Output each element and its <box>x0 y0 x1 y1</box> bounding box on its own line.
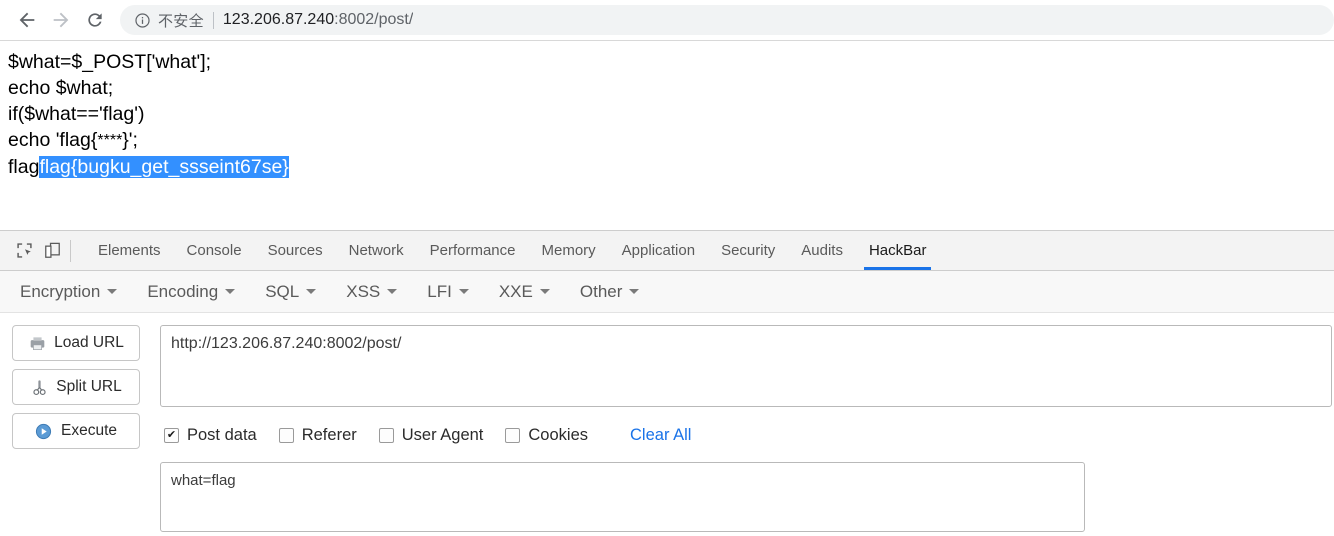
page-content: $what=$_POST['what']; echo $what; if($wh… <box>0 41 1334 223</box>
hackbar-body: Load URL Split URL Execute http://123.20… <box>0 313 1334 532</box>
tab-memory[interactable]: Memory <box>529 231 609 270</box>
execute-label: Execute <box>60 422 117 439</box>
tab-elements[interactable]: Elements <box>85 231 174 270</box>
hackbar-action-buttons: Load URL Split URL Execute <box>0 325 160 532</box>
menu-other[interactable]: Other <box>580 282 640 302</box>
chevron-down-icon <box>225 289 236 294</box>
code-line-4: echo 'flag{****}'; <box>8 127 1334 154</box>
reload-icon <box>88 13 102 27</box>
cookies-checkbox-box[interactable] <box>505 427 521 443</box>
devtools-panel: Elements Console Sources Network Perform… <box>0 230 1334 536</box>
referer-label: Referer <box>301 425 357 444</box>
checkbox-referer[interactable]: Referer <box>278 425 357 445</box>
tab-network[interactable]: Network <box>336 231 417 270</box>
tab-sources[interactable]: Sources <box>255 231 336 270</box>
menu-sql-label: SQL <box>265 281 300 301</box>
devtools-tool-icons <box>0 231 85 270</box>
menu-encryption-label: Encryption <box>20 281 101 301</box>
checkbox-user-agent[interactable]: User Agent <box>378 425 484 445</box>
checkbox-post-data[interactable]: Post data <box>164 426 257 445</box>
menu-xxe[interactable]: XXE <box>499 282 550 302</box>
clear-all-link[interactable]: Clear All <box>630 426 691 445</box>
tab-audits[interactable]: Audits <box>788 231 856 270</box>
url-host: 123.206.87.240 <box>222 11 335 28</box>
menu-xxe-label: XXE <box>498 281 533 301</box>
back-button[interactable] <box>10 3 44 37</box>
browser-toolbar: 不安全 123.206.87.240:8002/post/ <box>0 0 1334 40</box>
checkbox-cookies[interactable]: Cookies <box>505 426 588 445</box>
code-line-2: echo $what; <box>8 77 114 99</box>
chevron-down-icon <box>539 289 550 294</box>
menu-other-label: Other <box>579 281 623 301</box>
forward-arrow-icon <box>53 12 69 28</box>
inspect-element-icon <box>16 243 32 258</box>
user-agent-label: User Agent <box>401 425 484 444</box>
hackbar-fields: http://123.206.87.240:8002/post/ Post da… <box>160 325 1334 532</box>
load-url-label: Load URL <box>54 334 124 351</box>
security-status-text: 不安全 <box>158 12 204 30</box>
split-url-scissors-icon <box>30 378 48 396</box>
device-toolbar-icon <box>44 242 60 258</box>
devtools-tabs: Elements Console Sources Network Perform… <box>85 231 939 270</box>
echo-suffix: }'; <box>122 129 138 151</box>
echo-stars: **** <box>97 132 123 149</box>
back-arrow-icon <box>19 12 35 28</box>
chevron-down-icon <box>458 289 469 294</box>
code-line-5-flag-output: flagflag{bugku_get_ssseint67se} <box>8 154 1334 180</box>
menu-sql[interactable]: SQL <box>265 281 317 302</box>
tab-security[interactable]: Security <box>708 231 788 270</box>
referer-checkbox-box[interactable] <box>278 427 294 443</box>
hackbar-panel: Encryption Encoding SQL XSS LFI XXE Othe… <box>0 271 1334 536</box>
device-toolbar-button[interactable] <box>38 237 66 265</box>
forward-button[interactable] <box>44 3 78 37</box>
devtools-tabbar: Elements Console Sources Network Perform… <box>0 231 1334 271</box>
inspect-element-button[interactable] <box>10 237 38 265</box>
post-data-input[interactable]: what=flag <box>160 462 1085 532</box>
address-bar[interactable]: 不安全 123.206.87.240:8002/post/ <box>120 5 1334 35</box>
menu-encoding[interactable]: Encoding <box>147 281 236 302</box>
tab-console[interactable]: Console <box>174 231 255 270</box>
chevron-down-icon <box>387 289 398 294</box>
omnibox-divider <box>212 11 214 29</box>
load-url-icon <box>28 334 46 352</box>
split-url-button[interactable]: Split URL <box>12 369 140 405</box>
url-text: 123.206.87.240:8002/post/ <box>223 11 413 29</box>
menu-xss-label: XSS <box>346 281 381 301</box>
selected-flag-text: flag{bugku_get_ssseint67se} <box>39 156 289 178</box>
menu-encryption[interactable]: Encryption <box>20 281 118 302</box>
devtools-icon-divider <box>70 239 71 262</box>
post-data-label: Post data <box>187 425 257 444</box>
split-url-label: Split URL <box>56 378 122 395</box>
info-circle-icon[interactable] <box>134 12 151 29</box>
menu-lfi-label: LFI <box>427 281 452 301</box>
code-line-1: $what=$_POST['what']; <box>8 51 212 73</box>
url-input[interactable]: http://123.206.87.240:8002/post/ <box>160 325 1332 407</box>
flag-prefix: flag <box>8 156 40 178</box>
load-url-button[interactable]: Load URL <box>12 325 140 361</box>
url-path: :8002/post/ <box>334 11 414 28</box>
post-data-checkbox-box[interactable] <box>164 427 179 443</box>
menu-encoding-label: Encoding <box>147 281 219 301</box>
user-agent-checkbox-box[interactable] <box>378 427 394 443</box>
hackbar-menubar: Encryption Encoding SQL XSS LFI XXE Othe… <box>0 271 1334 313</box>
execute-play-icon <box>35 422 53 440</box>
reload-button[interactable] <box>78 3 112 37</box>
echo-prefix: echo 'flag{ <box>8 129 98 151</box>
hackbar-options-row: Post data Referer User Agent Cookies C <box>160 418 1334 452</box>
tab-hackbar[interactable]: HackBar <box>856 231 940 270</box>
chevron-down-icon <box>306 289 317 294</box>
tab-performance[interactable]: Performance <box>417 231 529 270</box>
chevron-down-icon <box>107 289 118 294</box>
code-line-3: if($what=='flag') <box>8 103 145 125</box>
tab-application[interactable]: Application <box>609 231 708 270</box>
menu-xss[interactable]: XSS <box>346 281 398 302</box>
execute-button[interactable]: Execute <box>12 413 140 449</box>
chevron-down-icon <box>629 289 640 294</box>
menu-lfi[interactable]: LFI <box>427 282 469 302</box>
cookies-label: Cookies <box>528 425 589 444</box>
